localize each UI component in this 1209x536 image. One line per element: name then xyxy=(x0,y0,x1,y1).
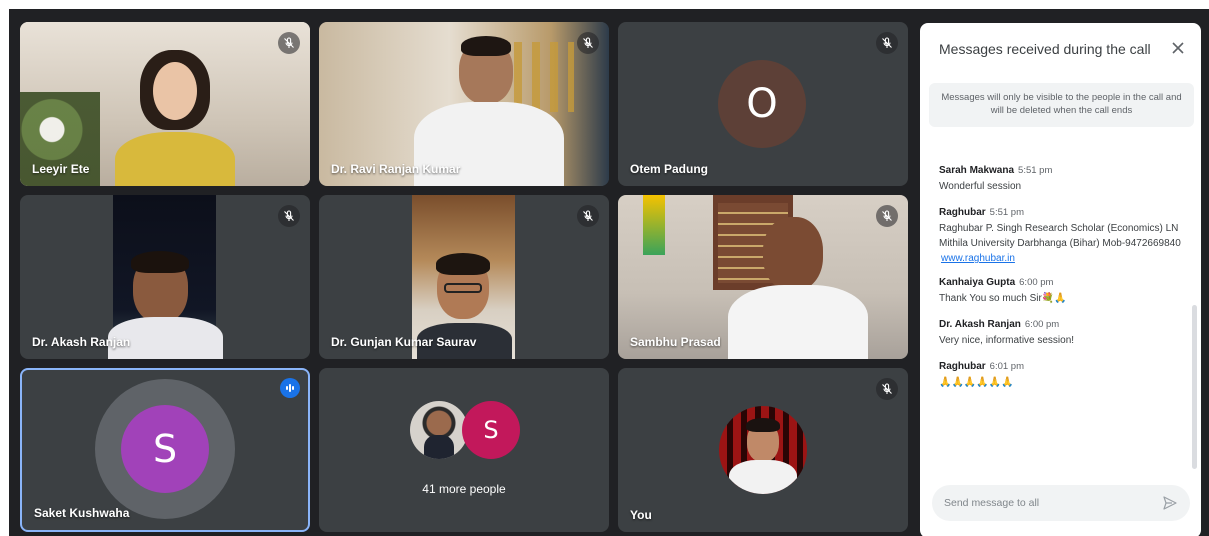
chat-notice: Messages will only be visible to the peo… xyxy=(929,83,1194,127)
participant-name: Otem Padung xyxy=(630,162,709,176)
mic-off-icon xyxy=(278,205,300,227)
participant-tile-active[interactable]: S Saket Kushwaha xyxy=(20,368,310,532)
message-link[interactable]: www.raghubar.in xyxy=(941,253,1189,264)
mic-off-icon xyxy=(876,378,898,400)
avatar-photo xyxy=(410,401,468,459)
mic-off-icon xyxy=(876,32,898,54)
message-sender: Raghubar xyxy=(939,207,986,218)
message-time: 5:51 pm xyxy=(989,207,1024,218)
participant-tile[interactable]: Sambhu Prasad xyxy=(618,195,908,359)
message-input[interactable] xyxy=(944,494,1144,512)
message-time: 6:00 pm xyxy=(1019,277,1054,288)
message: Kanhaiya Gupta 6:00 pm Thank You so much … xyxy=(939,277,1189,306)
message-composer xyxy=(932,485,1190,521)
participant-name: Leeyir Ete xyxy=(32,162,90,176)
more-people-label: 41 more people xyxy=(422,482,506,496)
send-icon[interactable] xyxy=(1162,495,1178,511)
message-text: Wonderful session xyxy=(939,181,1022,192)
message-time: 6:01 pm xyxy=(989,361,1024,372)
participant-name: Dr. Ravi Ranjan Kumar xyxy=(331,162,461,176)
message-list: Sarah Makwana 5:51 pm Wonderful session R… xyxy=(939,165,1189,403)
message-time: 5:51 pm xyxy=(1018,165,1053,176)
avatar: S xyxy=(462,401,520,459)
message: Sarah Makwana 5:51 pm Wonderful session xyxy=(939,165,1189,194)
mic-off-icon xyxy=(876,205,898,227)
message: Raghubar 5:51 pm Raghubar P. Singh Resear… xyxy=(939,207,1189,264)
avatar: S xyxy=(121,405,209,493)
close-icon[interactable] xyxy=(1169,39,1187,57)
message-sender: Sarah Makwana xyxy=(939,165,1015,176)
avatar-initial: O xyxy=(746,81,778,127)
participant-tile[interactable]: Leeyir Ete xyxy=(20,22,310,186)
participant-name: Sambhu Prasad xyxy=(630,335,721,349)
participant-tile[interactable]: Dr. Gunjan Kumar Saurav xyxy=(319,195,609,359)
message-text: Raghubar P. Singh Research Scholar (Econ… xyxy=(939,223,1181,249)
chat-scrollbar[interactable] xyxy=(1192,305,1197,469)
avatar-initial: S xyxy=(152,427,178,471)
mic-off-icon xyxy=(577,32,599,54)
avatar-initial: S xyxy=(483,416,499,444)
mic-off-icon xyxy=(278,32,300,54)
meeting-stage: Leeyir Ete Dr. Ravi Ranjan Kumar O Otem … xyxy=(9,9,1209,536)
mic-off-icon xyxy=(577,205,599,227)
message-sender: Kanhaiya Gupta xyxy=(939,277,1016,288)
chat-panel: Messages received during the call Messag… xyxy=(920,23,1201,536)
message-text: Very nice, informative session! xyxy=(939,335,1075,346)
message-text: 🙏🙏🙏🙏🙏🙏 xyxy=(939,377,1014,388)
participant-name: Saket Kushwaha xyxy=(34,506,130,520)
message: Raghubar 6:01 pm 🙏🙏🙏🙏🙏🙏 xyxy=(939,361,1189,390)
participant-tile[interactable]: O Otem Padung xyxy=(618,22,908,186)
speaking-indicator-icon xyxy=(280,378,300,398)
self-avatar-photo xyxy=(719,406,807,494)
self-tile[interactable]: You xyxy=(618,368,908,532)
participant-tile[interactable]: Dr. Ravi Ranjan Kumar xyxy=(319,22,609,186)
message: Dr. Akash Ranjan 6:00 pm Very nice, infor… xyxy=(939,319,1189,348)
participant-name: You xyxy=(630,508,652,522)
message-sender: Dr. Akash Ranjan xyxy=(939,319,1021,330)
participant-tile[interactable]: Dr. Akash Ranjan xyxy=(20,195,310,359)
message-sender: Raghubar xyxy=(939,361,986,372)
chat-panel-title: Messages received during the call xyxy=(939,41,1151,57)
participant-name: Dr. Akash Ranjan xyxy=(32,335,131,349)
participant-name: Dr. Gunjan Kumar Saurav xyxy=(331,335,477,349)
more-participants-tile[interactable]: S 41 more people xyxy=(319,368,609,532)
message-time: 6:00 pm xyxy=(1024,319,1060,330)
avatar: O xyxy=(718,60,806,148)
message-text: Thank You so much Sir💐🙏 xyxy=(939,293,1067,304)
